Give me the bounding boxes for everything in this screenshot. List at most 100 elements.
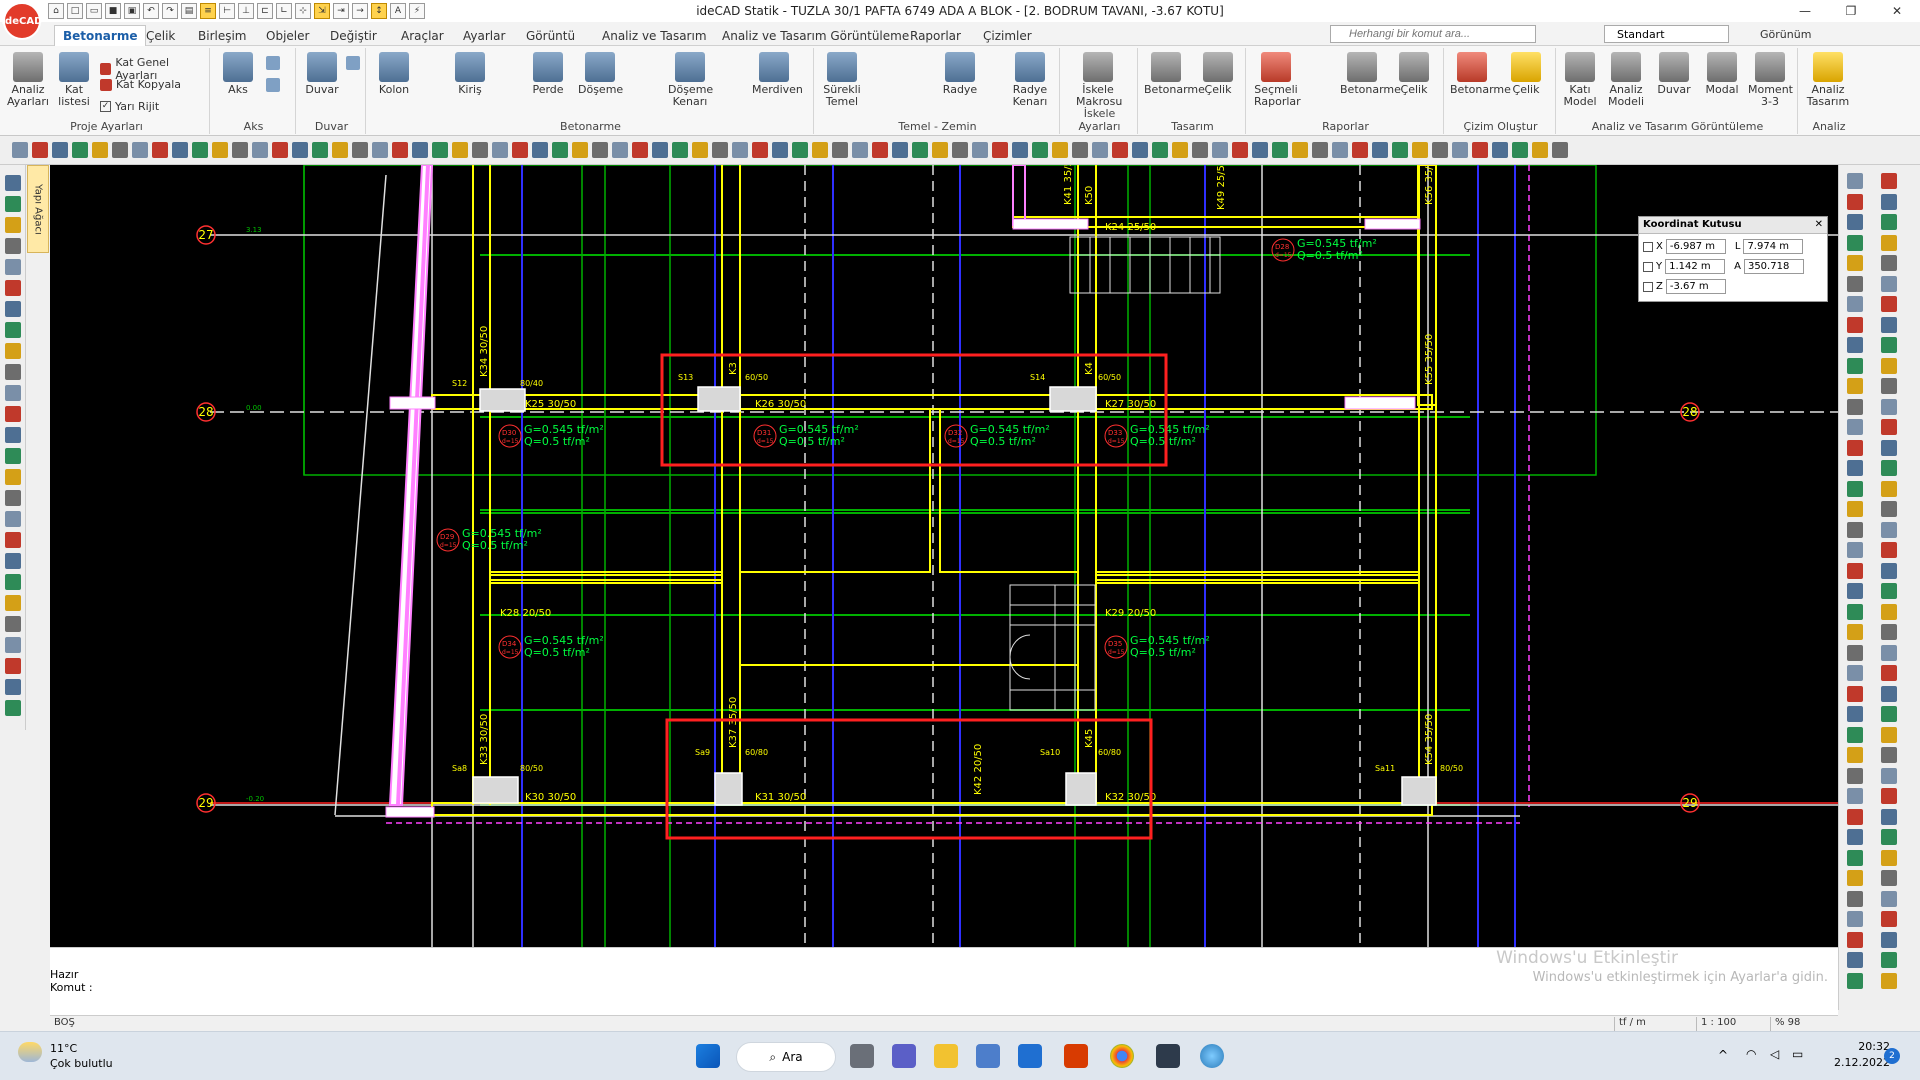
right-tool-icon[interactable] — [1881, 398, 1897, 415]
draw-tool-icon[interactable] — [892, 142, 908, 158]
draw-tool-icon[interactable] — [32, 142, 48, 158]
tasarim-betonarme-button[interactable]: Betonarme — [1144, 52, 1205, 96]
idecad-taskbar-icon[interactable] — [1156, 1044, 1180, 1068]
right-tool-icon[interactable] — [1847, 398, 1863, 415]
file-explorer-icon[interactable] — [934, 1044, 958, 1068]
volume-icon[interactable]: ◁ — [1770, 1047, 1779, 1061]
right-tool-icon[interactable] — [1881, 829, 1897, 845]
perde-button[interactable]: Perde — [526, 52, 570, 96]
draw-tool-icon[interactable] — [832, 142, 848, 158]
draw-tool-icon[interactable] — [752, 142, 768, 158]
text-icon[interactable]: A — [390, 3, 406, 19]
right-tool-icon[interactable] — [1881, 316, 1897, 333]
draw-tool-icon[interactable] — [972, 142, 988, 158]
draw-tool-icon[interactable] — [932, 142, 948, 158]
draw-tool-icon[interactable] — [312, 142, 328, 158]
right-tool-icon[interactable] — [1881, 603, 1897, 620]
office-icon[interactable] — [1064, 1044, 1088, 1068]
right-tool-icon[interactable] — [1847, 767, 1863, 784]
save-icon[interactable]: ■ — [105, 3, 121, 19]
right-tool-icon[interactable] — [1881, 378, 1897, 394]
draw-tool-icon[interactable] — [52, 142, 68, 158]
right-tool-icon[interactable] — [1847, 870, 1863, 886]
status-unit[interactable]: tf / m — [1614, 1017, 1696, 1031]
draw-tool-icon[interactable] — [1352, 142, 1368, 158]
analiz-ayarlari-button[interactable]: Analiz Ayarları — [6, 52, 50, 108]
kiris-button[interactable]: Kiriş — [448, 52, 492, 96]
right-tool-icon[interactable] — [1847, 480, 1863, 497]
command-search-input[interactable] — [1330, 25, 1536, 43]
right-tool-icon[interactable] — [1847, 706, 1863, 722]
tab-raporlar[interactable]: Raporlar — [902, 25, 969, 46]
draw-tool-icon[interactable] — [852, 142, 868, 158]
close-icon[interactable]: ✕ — [1874, 0, 1920, 22]
radye-kenari-button[interactable]: Radye Kenarı — [1008, 52, 1052, 108]
right-tool-icon[interactable] — [1881, 173, 1897, 189]
right-tool-icon[interactable] — [1881, 439, 1897, 456]
right-tool-icon[interactable] — [1881, 583, 1897, 599]
draw-tool-icon[interactable] — [192, 142, 208, 158]
right-tool-icon[interactable] — [1847, 747, 1863, 763]
right-tool-icon[interactable] — [1881, 214, 1897, 230]
tab-analiz-tasarim[interactable]: Analiz ve Tasarım — [594, 25, 715, 46]
draw-tool-icon[interactable] — [1052, 142, 1068, 158]
left-tool-icon[interactable] — [5, 364, 21, 380]
tab-celik[interactable]: Çelik — [138, 25, 183, 46]
left-tool-icon[interactable] — [5, 322, 21, 338]
right-tool-icon[interactable] — [1847, 624, 1863, 640]
notification-badge[interactable]: 2 — [1884, 1048, 1900, 1064]
draw-tool-icon[interactable] — [812, 142, 828, 158]
draw-tool-icon[interactable] — [1432, 142, 1448, 158]
doseme-kenari-button[interactable]: Döşeme Kenarı — [668, 52, 713, 108]
draw-tool-icon[interactable] — [1312, 142, 1328, 158]
right-tool-icon[interactable] — [1881, 685, 1897, 702]
draw-tool-icon[interactable] — [452, 142, 468, 158]
right-tool-icon[interactable] — [1881, 275, 1897, 292]
standard-select[interactable]: Standart — [1604, 25, 1729, 43]
a-field[interactable]: 350.718 — [1743, 259, 1804, 274]
right-tool-icon[interactable] — [1847, 911, 1863, 927]
y-field[interactable]: 1.142 m — [1665, 259, 1726, 274]
right-tool-icon[interactable] — [1847, 562, 1863, 579]
cizim-betonarme-button[interactable]: Betonarme — [1450, 52, 1511, 96]
right-tool-icon[interactable] — [1881, 255, 1897, 271]
draw-tool-icon[interactable] — [872, 142, 888, 158]
right-tool-icon[interactable] — [1881, 808, 1897, 825]
restore-icon[interactable]: ❐ — [1828, 0, 1874, 22]
right-tool-icon[interactable] — [1881, 562, 1897, 579]
line-icon[interactable]: → — [352, 3, 368, 19]
draw-tool-icon[interactable] — [992, 142, 1008, 158]
task-view-icon[interactable] — [850, 1044, 874, 1068]
weather-desc[interactable]: Çok bulutlu — [50, 1057, 113, 1070]
right-tool-icon[interactable] — [1847, 378, 1863, 394]
move-icon[interactable]: ↕ — [371, 3, 387, 19]
right-tool-icon[interactable] — [1881, 788, 1897, 804]
moment-button[interactable]: Moment 3-3 — [1748, 52, 1793, 108]
left-tool-icon[interactable] — [5, 259, 21, 275]
left-tool-icon[interactable] — [5, 280, 21, 296]
taskbar-search[interactable]: ⌕ Ara — [736, 1042, 836, 1072]
right-tool-icon[interactable] — [1847, 849, 1863, 866]
right-tool-icon[interactable] — [1881, 337, 1897, 353]
y-checkbox[interactable] — [1643, 261, 1653, 272]
draw-tool-icon[interactable] — [292, 142, 308, 158]
draw-tool-icon[interactable] — [692, 142, 708, 158]
draw-tool-icon[interactable] — [1112, 142, 1128, 158]
draw-tool-icon[interactable] — [772, 142, 788, 158]
right-tool-icon[interactable] — [1881, 296, 1897, 312]
right-tool-icon[interactable] — [1847, 337, 1863, 353]
right-tool-icon[interactable] — [1881, 357, 1897, 374]
draw-tool-icon[interactable] — [172, 142, 188, 158]
draw-tool-icon[interactable] — [532, 142, 548, 158]
right-tool-icon[interactable] — [1847, 316, 1863, 333]
left-tool-icon[interactable] — [5, 238, 21, 254]
globe-icon[interactable] — [1200, 1044, 1224, 1068]
right-tool-icon[interactable] — [1847, 214, 1863, 230]
battery-icon[interactable]: ▭ — [1792, 1047, 1803, 1061]
draw-tool-icon[interactable] — [1132, 142, 1148, 158]
right-tool-icon[interactable] — [1881, 890, 1897, 907]
kat-kopyala-button[interactable]: Kat Kopyala — [100, 78, 181, 91]
right-tool-icon[interactable] — [1881, 501, 1897, 517]
tab-ayarlar[interactable]: Ayarlar — [455, 25, 513, 46]
yari-rijit-checkbox[interactable]: ✓ Yarı Rijit — [100, 100, 159, 113]
